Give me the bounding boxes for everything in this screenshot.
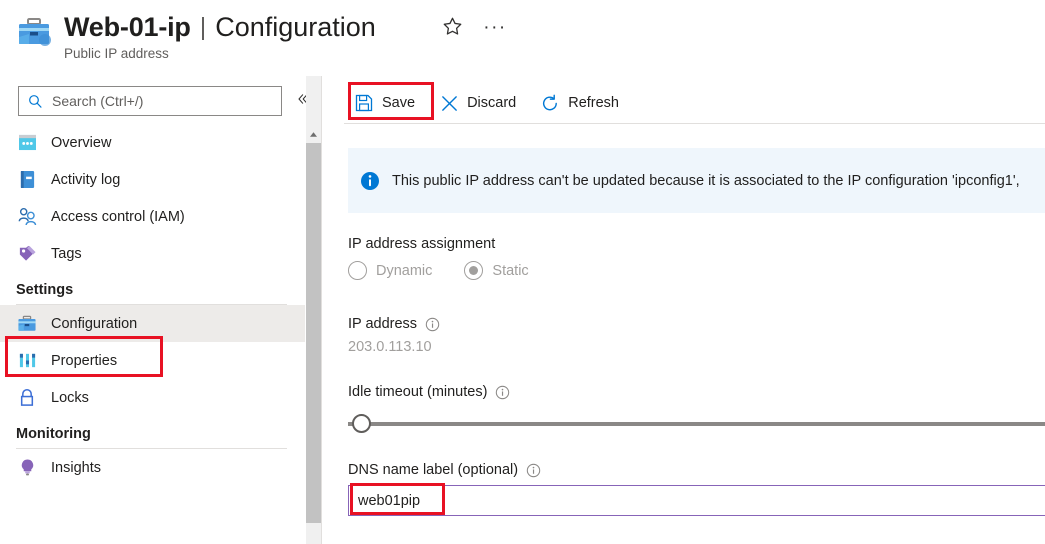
idle-timeout-field: Idle timeout (minutes) [348, 384, 510, 400]
sidebar-item-properties[interactable]: Properties [0, 342, 305, 379]
info-banner-text: This public IP address can't be updated … [392, 173, 1020, 189]
ip-address-field: IP address 203.0.113.10 [348, 316, 440, 355]
close-x-icon [439, 93, 459, 113]
radio-dynamic[interactable]: Dynamic [348, 261, 432, 280]
info-circle-icon[interactable] [526, 463, 541, 478]
save-button[interactable]: Save [344, 87, 425, 119]
radio-label: Dynamic [376, 263, 432, 279]
ip-assignment-field: IP address assignment Dynamic Static [348, 236, 529, 280]
refresh-button[interactable]: Refresh [530, 87, 629, 119]
sidebar-group-settings: Settings [0, 282, 305, 304]
dns-name-label-field: DNS name label (optional) [348, 462, 541, 478]
sidebar-item-label: Tags [51, 246, 82, 262]
blade-sidebar: Overview Activity log [0, 76, 305, 544]
idle-timeout-label: Idle timeout (minutes) [348, 384, 510, 400]
sidebar-item-access-control[interactable]: Access control (IAM) [0, 198, 305, 235]
sidebar-item-tags[interactable]: Tags [0, 235, 305, 272]
resource-name: Web-01-ip [64, 12, 191, 43]
sidebar-item-activity-log[interactable]: Activity log [0, 161, 305, 198]
toolbar-divider [344, 123, 1045, 124]
idle-timeout-slider-track[interactable] [348, 422, 1045, 426]
blade-main-content: Save Discard Refresh [322, 76, 1045, 544]
ip-address-label-text: IP address [348, 316, 417, 332]
page-title: Web-01-ip | Configuration [64, 8, 376, 46]
sidebar-group-title: Settings [16, 282, 305, 304]
access-control-icon [16, 206, 38, 228]
radio-circle-icon [464, 261, 483, 280]
sidebar-group-title: Monitoring [16, 426, 305, 448]
sidebar-group-monitoring: Monitoring [0, 426, 305, 448]
briefcase-icon [16, 16, 52, 50]
refresh-label: Refresh [568, 95, 619, 111]
activity-log-icon [16, 169, 38, 191]
radio-static[interactable]: Static [464, 261, 528, 280]
locks-icon [16, 387, 38, 409]
ellipsis-icon[interactable]: ··· [484, 15, 506, 37]
sidebar-item-label: Properties [51, 353, 117, 369]
blade-header: Web-01-ip | Configuration ··· Public IP … [0, 0, 1045, 76]
azure-portal-configuration-blade: Web-01-ip | Configuration ··· Public IP … [0, 0, 1045, 544]
tags-icon [16, 243, 38, 265]
command-toolbar: Save Discard Refresh [322, 82, 629, 124]
search-icon [28, 94, 43, 109]
sidebar-nav-list: Overview Activity log [0, 124, 305, 486]
sidebar-item-label: Overview [51, 135, 111, 151]
ip-address-value: 203.0.113.10 [348, 339, 440, 355]
search-input[interactable] [50, 92, 260, 110]
overview-icon [16, 132, 38, 154]
dns-name-label-text: DNS name label (optional) [348, 462, 518, 478]
properties-icon [16, 350, 38, 372]
sidebar-item-label: Insights [51, 460, 101, 476]
dns-name-label-input[interactable] [348, 485, 1045, 516]
radio-label: Static [492, 263, 528, 279]
configuration-icon [16, 313, 38, 335]
scroll-up-arrow-icon[interactable] [306, 126, 321, 142]
dns-name-label-label: DNS name label (optional) [348, 462, 541, 478]
idle-timeout-slider-thumb[interactable] [352, 414, 371, 433]
sidebar-item-label: Locks [51, 390, 89, 406]
info-circle-icon[interactable] [425, 317, 440, 332]
refresh-icon [540, 93, 560, 113]
header-actions: ··· [440, 14, 506, 38]
info-circle-icon[interactable] [495, 385, 510, 400]
info-banner: This public IP address can't be updated … [348, 148, 1045, 213]
ip-assignment-label: IP address assignment [348, 236, 529, 252]
sidebar-item-configuration[interactable]: Configuration [0, 305, 305, 342]
insights-icon [16, 457, 38, 479]
idle-timeout-label-text: Idle timeout (minutes) [348, 384, 487, 400]
sidebar-item-insights[interactable]: Insights [0, 449, 305, 486]
discard-label: Discard [467, 95, 516, 111]
radio-selected-dot [469, 266, 478, 275]
info-filled-icon [360, 171, 380, 191]
sidebar-item-overview[interactable]: Overview [0, 124, 305, 161]
sidebar-item-label: Access control (IAM) [51, 209, 185, 225]
sidebar-scrollbar-thumb[interactable] [306, 143, 321, 523]
page-name: Configuration [215, 12, 376, 43]
ip-address-label: IP address [348, 316, 440, 332]
save-label: Save [382, 95, 415, 111]
save-disk-icon [354, 93, 374, 113]
sidebar-item-label: Configuration [51, 316, 137, 332]
star-icon[interactable] [440, 14, 464, 38]
title-separator: | [200, 13, 207, 42]
search-box[interactable] [18, 86, 282, 116]
resource-type-subtitle: Public IP address [64, 46, 169, 61]
sidebar-item-label: Activity log [51, 172, 120, 188]
radio-circle-icon [348, 261, 367, 280]
ip-assignment-radio-group: Dynamic Static [348, 261, 529, 280]
sidebar-item-locks[interactable]: Locks [0, 379, 305, 416]
discard-button[interactable]: Discard [429, 87, 526, 119]
